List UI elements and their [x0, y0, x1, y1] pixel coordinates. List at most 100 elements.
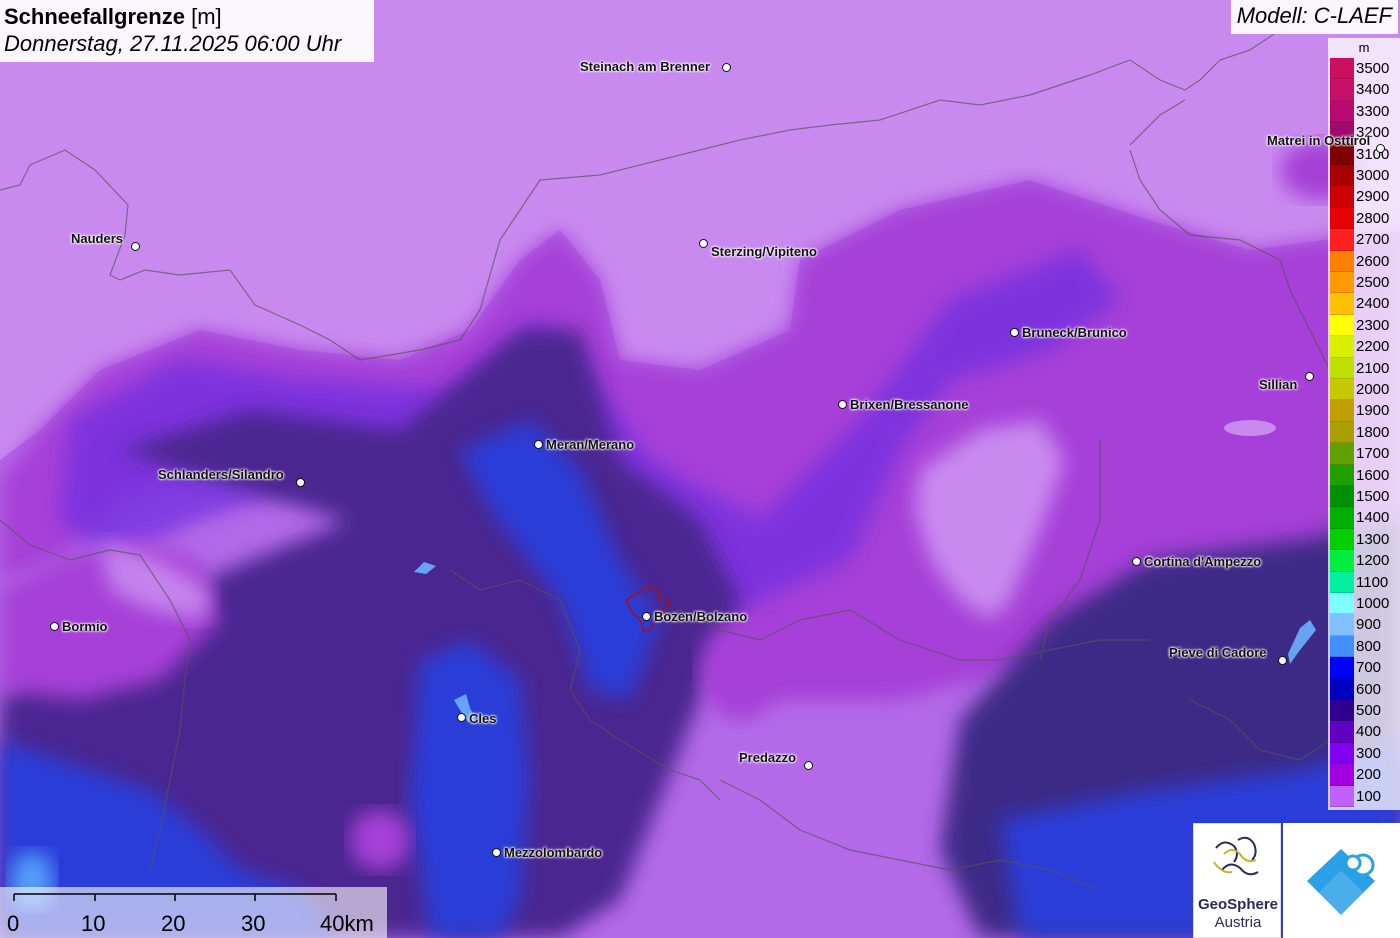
city-marker-steinach-am-brenner[interactable] — [722, 63, 731, 72]
legend-entry: 2300 — [1330, 314, 1400, 337]
legend-swatch — [1330, 229, 1354, 251]
scale-label-10: 10 — [81, 911, 106, 936]
map-unit: [m] — [191, 4, 222, 29]
legend-label: 500 — [1356, 702, 1382, 719]
legend-label: 2300 — [1356, 316, 1390, 334]
city-label-schlanders-silandro[interactable]: Schlanders/Silandro — [158, 467, 284, 482]
legend-label: 300 — [1356, 744, 1382, 762]
legend-label: 1400 — [1356, 509, 1390, 527]
legend-label: 1000 — [1356, 595, 1390, 612]
legend-swatch — [1330, 635, 1354, 658]
legend-swatch — [1330, 336, 1354, 358]
city-label-mezzolombardo[interactable]: Mezzolombardo — [504, 845, 602, 860]
city-marker-bozen-bolzano[interactable] — [642, 612, 651, 621]
city-label-steinach-am-brenner[interactable]: Steinach am Brenner — [580, 59, 710, 74]
city-label-matrei-in-osttirol[interactable]: Matrei in Osttirol — [1267, 133, 1370, 148]
city-label-cortina-d-ampezzo[interactable]: Cortina d'Ampezzo — [1144, 554, 1261, 569]
legend-label: 1800 — [1356, 423, 1390, 441]
legend-swatch — [1330, 593, 1354, 615]
city-label-bormio[interactable]: Bormio — [62, 619, 108, 634]
legend-entry: 1400 — [1330, 507, 1400, 529]
city-marker-schlanders-silandro[interactable] — [296, 478, 305, 487]
legend-label: 1100 — [1356, 573, 1389, 591]
city-marker-bormio[interactable] — [50, 622, 59, 631]
legend-label: 900 — [1356, 616, 1382, 634]
city-marker-pieve-di-cadore[interactable] — [1278, 656, 1287, 665]
city-label-meran-merano[interactable]: Meran/Merano — [546, 437, 634, 452]
city-label-bozen-bolzano[interactable]: Bozen/Bolzano — [654, 609, 747, 624]
scale-label-0: 0 — [7, 911, 20, 936]
legend-entry: 3500 — [1330, 58, 1400, 80]
city-marker-sillian[interactable] — [1305, 372, 1314, 381]
city-label-sterzing-vipiteno[interactable]: Sterzing/Vipiteno — [711, 244, 817, 259]
legend-swatch — [1330, 58, 1354, 80]
legend-swatch — [1330, 464, 1354, 486]
legend-label: 100 — [1356, 787, 1382, 805]
legend-label: 1200 — [1356, 552, 1390, 570]
scale-label-30: 30 — [241, 911, 266, 936]
legend-swatch — [1330, 79, 1354, 101]
legend-entry: 900 — [1330, 614, 1400, 636]
legend-swatch — [1330, 379, 1354, 401]
legend-label: 2400 — [1356, 295, 1390, 313]
legend-entry: 100 — [1330, 785, 1400, 807]
legend-swatch — [1330, 250, 1354, 272]
geosphere-logo[interactable]: GeoSphere Austria — [1193, 823, 1281, 938]
geosphere-text: GeoSphere — [1197, 896, 1279, 913]
city-marker-bruneck-brunico[interactable] — [1010, 328, 1019, 337]
legend-label: 1300 — [1356, 530, 1390, 548]
city-label-nauders[interactable]: Nauders — [71, 231, 123, 246]
city-label-predazzo[interactable]: Predazzo — [739, 750, 796, 765]
legend-entry: 200 — [1330, 764, 1400, 786]
city-marker-sterzing-vipiteno[interactable] — [699, 239, 708, 248]
legend-swatch — [1330, 700, 1354, 722]
legend-swatch — [1330, 100, 1354, 123]
legend-swatch — [1330, 207, 1354, 230]
legend-label: 400 — [1356, 723, 1382, 741]
austria-text: Austria — [1214, 914, 1262, 931]
legend-swatch — [1330, 614, 1354, 636]
legend-label: 3500 — [1356, 60, 1390, 77]
city-label-brixen-bressanone[interactable]: Brixen/Bressanone — [850, 397, 969, 412]
city-marker-mezzolombardo[interactable] — [492, 848, 501, 857]
city-marker-cles[interactable] — [457, 713, 466, 722]
legend-label: 2500 — [1356, 274, 1390, 291]
legend-swatch — [1330, 742, 1354, 765]
city-marker-matrei-in-osttirol[interactable] — [1376, 144, 1385, 153]
legend-label: 700 — [1356, 659, 1382, 677]
weather-app-logo[interactable] — [1283, 823, 1400, 938]
legend-entry: 500 — [1330, 700, 1400, 722]
legend-swatch — [1330, 764, 1354, 786]
legend-label: 1600 — [1356, 466, 1390, 484]
city-label-pieve-di-cadore[interactable]: Pieve di Cadore — [1169, 645, 1267, 660]
legend-unit: m — [1358, 40, 1370, 55]
legend-label: 2600 — [1356, 252, 1390, 270]
legend-swatch — [1330, 657, 1354, 679]
legend-entry: 800 — [1330, 635, 1400, 658]
map-title-box: Schneefallgrenze [m] Donnerstag, 27.11.2… — [0, 0, 374, 62]
legend-entry: 1900 — [1330, 400, 1400, 422]
legend-entry: 700 — [1330, 657, 1400, 679]
city-marker-cortina-d-ampezzo[interactable] — [1132, 557, 1141, 566]
legend-entry: 1200 — [1330, 550, 1400, 572]
legend-swatch — [1330, 400, 1354, 422]
legend-entry: 2900 — [1330, 186, 1400, 208]
legend-swatch — [1330, 571, 1354, 593]
app-icon — [1307, 849, 1375, 915]
city-label-bruneck-brunico[interactable]: Bruneck/Brunico — [1022, 325, 1127, 340]
legend-entry: 2700 — [1330, 229, 1400, 251]
city-marker-nauders[interactable] — [131, 242, 140, 251]
city-marker-meran-merano[interactable] — [534, 440, 543, 449]
city-label-cles[interactable]: Cles — [469, 711, 496, 726]
legend-label: 1700 — [1356, 445, 1390, 463]
legend-entry: 1100 — [1330, 571, 1400, 593]
legend-swatch — [1330, 293, 1354, 315]
legend-entry: 1600 — [1330, 464, 1400, 486]
city-label-sillian[interactable]: Sillian — [1259, 377, 1297, 392]
city-marker-predazzo[interactable] — [804, 761, 813, 770]
legend-swatch — [1330, 357, 1354, 379]
map-variable-name: Schneefallgrenze — [4, 4, 185, 29]
city-marker-brixen-bressanone[interactable] — [838, 400, 847, 409]
legend-label: 3400 — [1356, 81, 1390, 99]
legend-label: 2900 — [1356, 188, 1390, 206]
